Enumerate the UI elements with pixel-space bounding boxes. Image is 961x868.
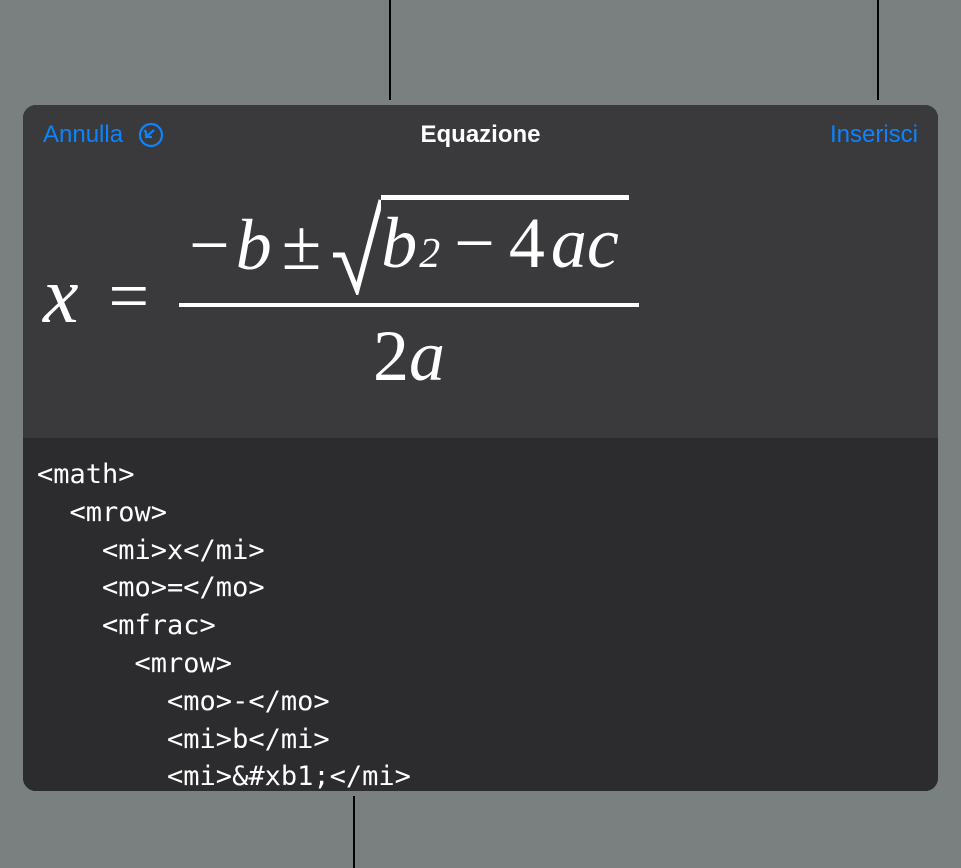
- equation-dialog: Annulla Equazione Inserisci x = − b ±: [18, 100, 943, 796]
- equation-negative: −: [189, 204, 230, 287]
- equation-a: a: [551, 202, 587, 285]
- callout-line: [353, 796, 355, 868]
- sqrt-symbol: [331, 195, 381, 295]
- equation-equals: =: [109, 255, 150, 338]
- dialog-header: Annulla Equazione Inserisci: [23, 105, 938, 165]
- equation-c: c: [587, 202, 619, 285]
- equation-fraction: − b ± b 2 − 4: [179, 195, 639, 398]
- equation-denominator: 2 a: [373, 307, 445, 398]
- rendered-equation: x = − b ± b 2: [43, 195, 639, 398]
- equation-b-squared: b: [381, 202, 417, 285]
- dialog-title: Equazione: [420, 121, 540, 149]
- equation-four: 4: [509, 202, 545, 285]
- sqrt-content: b 2 − 4 a c: [381, 195, 629, 285]
- equation-plusminus: ±: [282, 204, 322, 287]
- equation-variable-x: x: [43, 251, 79, 342]
- mathml-code-input[interactable]: <math> <mrow> <mi>x</mi> <mo>=</mo> <mfr…: [23, 438, 938, 796]
- callout-line: [877, 0, 879, 100]
- equation-minus: −: [454, 202, 495, 285]
- cancel-button[interactable]: Annulla: [43, 121, 123, 149]
- header-left-group: Annulla: [43, 121, 165, 149]
- callout-line: [389, 0, 391, 100]
- equation-a-denom: a: [409, 315, 445, 398]
- equation-b: b: [236, 204, 272, 287]
- equation-two: 2: [373, 315, 409, 398]
- insert-button[interactable]: Inserisci: [830, 121, 918, 149]
- undo-icon[interactable]: [137, 121, 165, 149]
- equation-numerator: − b ± b 2 − 4: [179, 195, 639, 303]
- equation-sqrt: b 2 − 4 a c: [331, 195, 629, 295]
- equation-exponent: 2: [419, 230, 440, 278]
- equation-preview: x = − b ± b 2: [23, 165, 938, 438]
